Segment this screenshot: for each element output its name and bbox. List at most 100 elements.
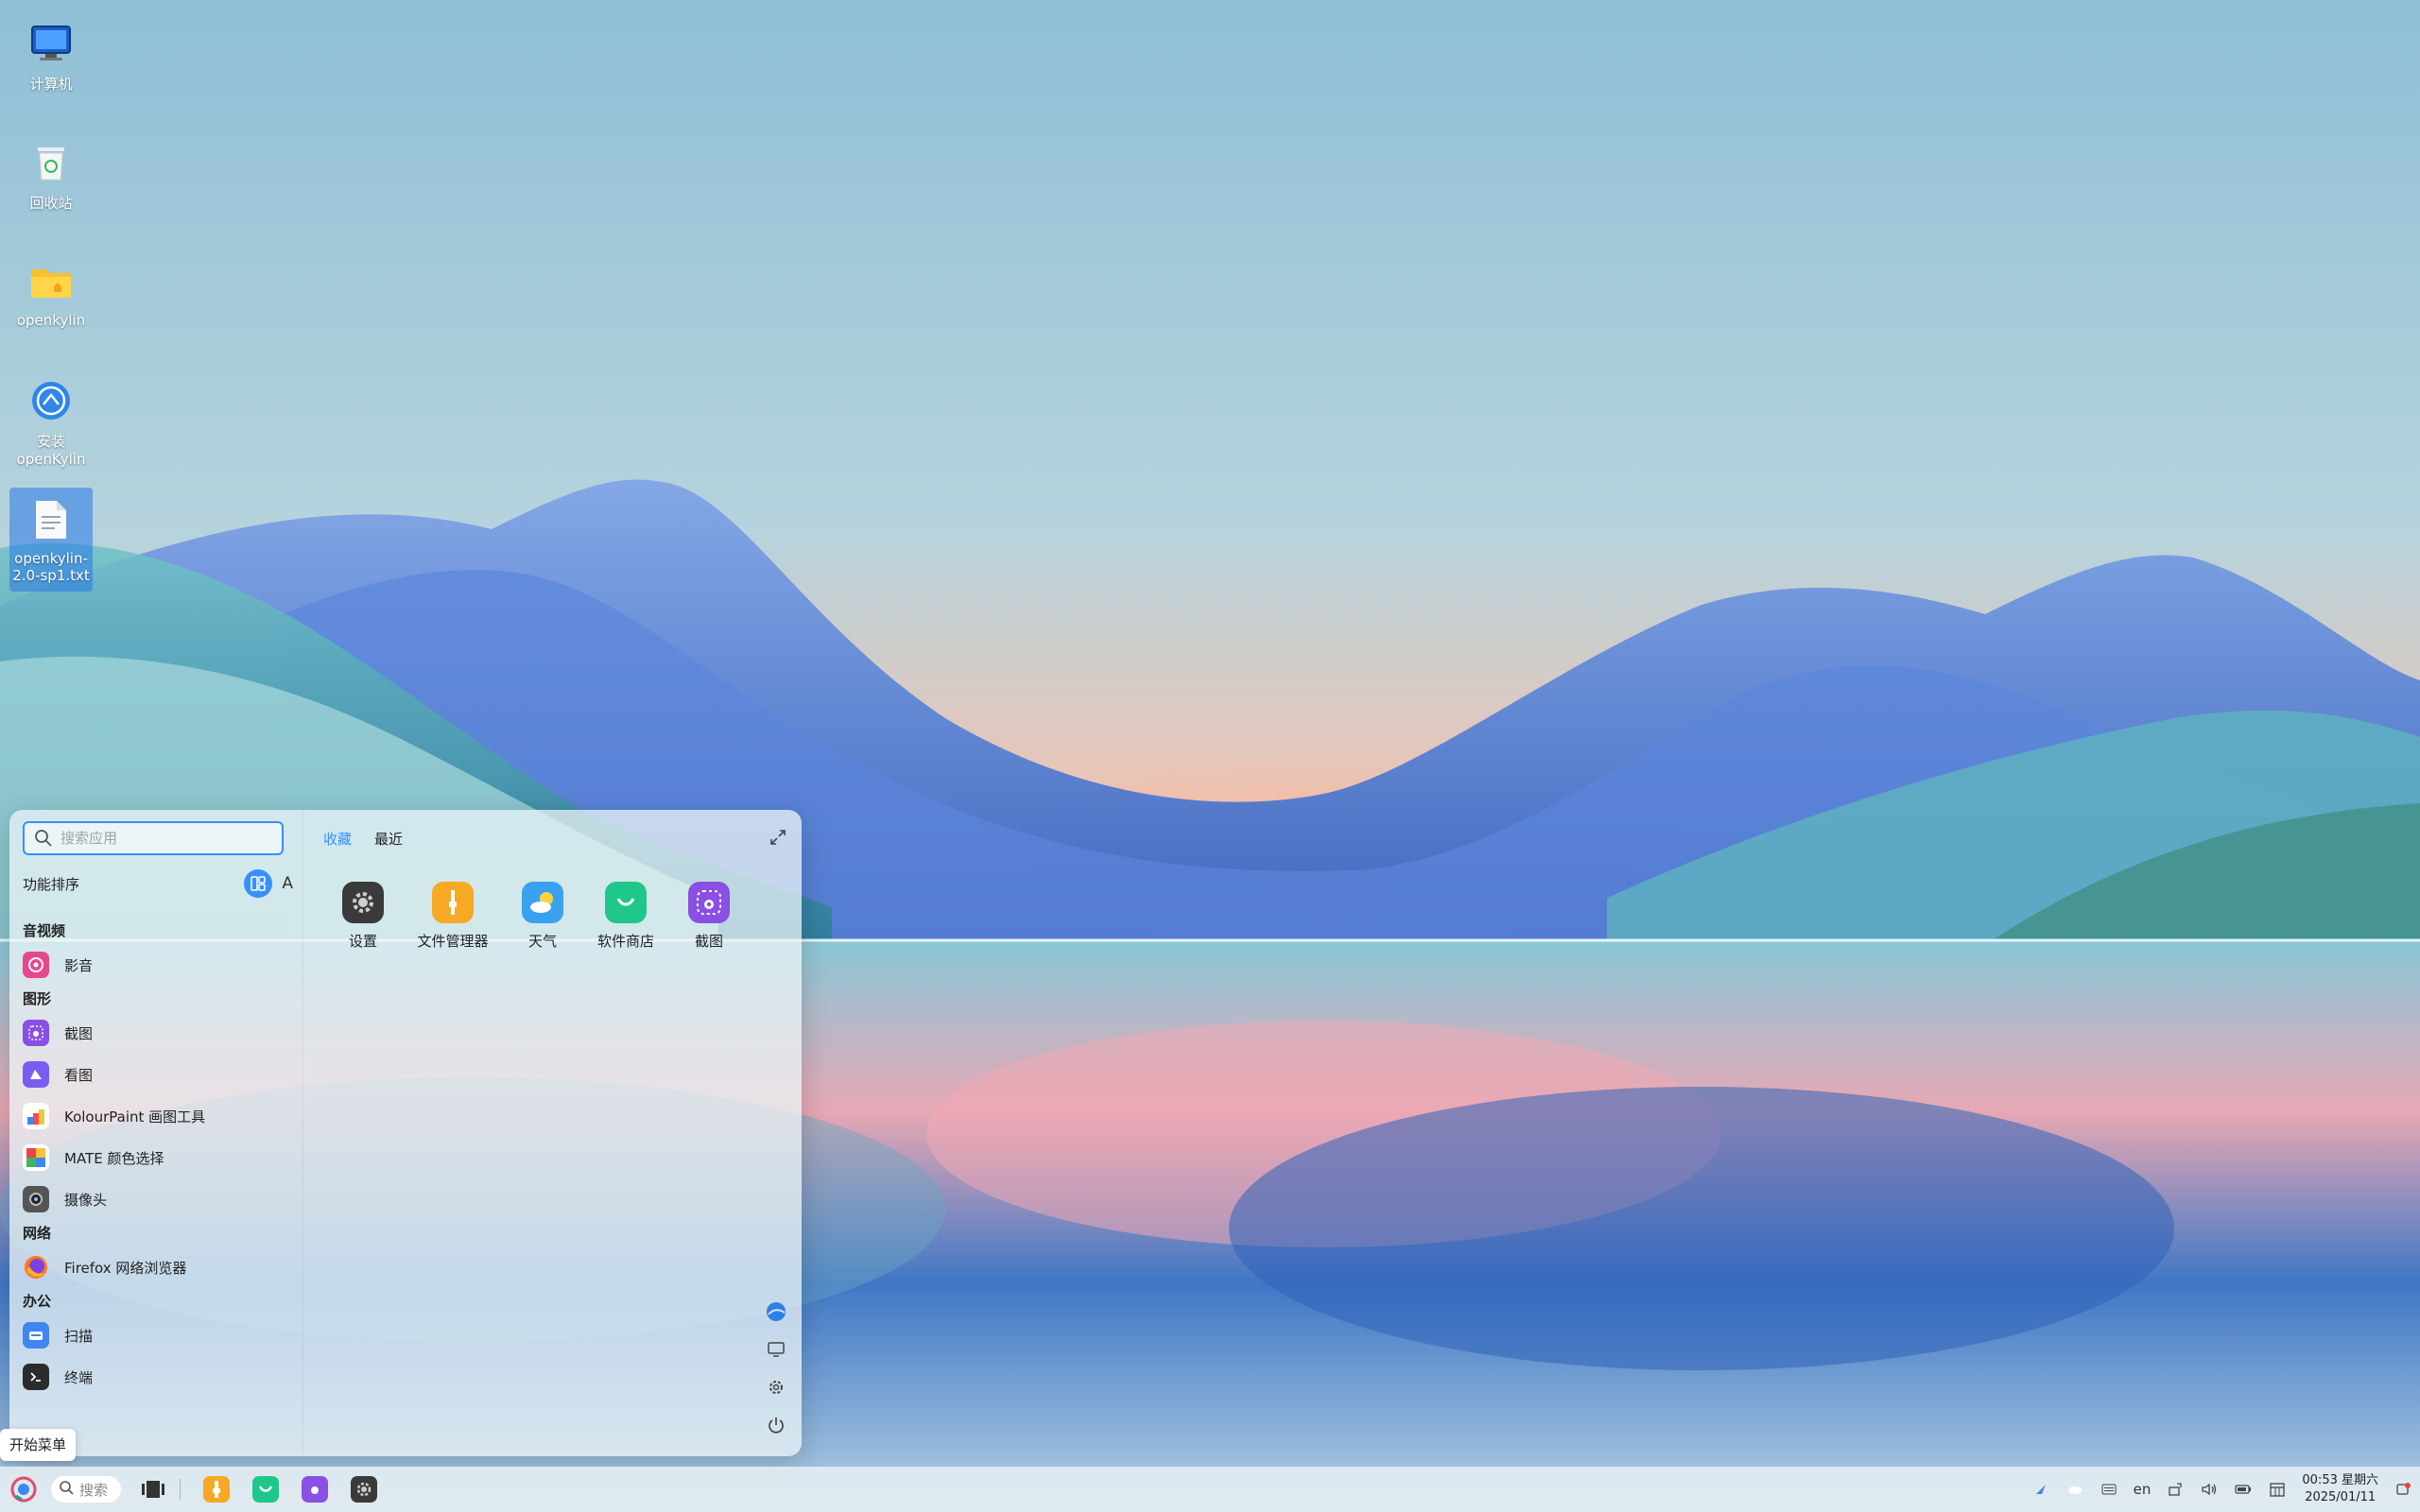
- terminal-icon: [23, 1364, 49, 1390]
- menu-side-tools: [766, 1301, 786, 1435]
- bluetooth-icon[interactable]: [2031, 1480, 2050, 1499]
- desktop-icon-trash[interactable]: 回收站: [6, 136, 96, 213]
- trash-icon: [25, 136, 78, 189]
- taskbar-screenshot-icon[interactable]: [302, 1476, 328, 1503]
- start-logo-icon: [10, 1476, 37, 1503]
- favorite-screenshot[interactable]: 截图: [679, 882, 739, 951]
- favorite-software-store[interactable]: 软件商店: [596, 882, 656, 951]
- app-item-image-viewer[interactable]: 看图: [23, 1054, 297, 1095]
- app-item-label: Firefox 网络浏览器: [64, 1259, 187, 1277]
- desktop-icon-install-openkylin[interactable]: 安装 openKylin: [6, 374, 96, 468]
- multitask-view-icon[interactable]: [140, 1476, 166, 1503]
- start-menu-favorites-panel: 收藏 最近 设置 文件管理器 天气 软件商店 截图: [302, 810, 802, 1456]
- category-sort-button[interactable]: [244, 869, 273, 898]
- file-manager-icon: [432, 882, 474, 923]
- battery-icon[interactable]: [2234, 1480, 2253, 1499]
- app-item-camera[interactable]: 摄像头: [23, 1178, 297, 1220]
- desktop-icon-label: 回收站: [29, 195, 73, 212]
- taskbar-separator: [180, 1479, 181, 1500]
- app-item-firefox[interactable]: Firefox 网络浏览器: [23, 1246, 297, 1288]
- start-menu: 功能排序 A 音视频 影音 图形 截图: [9, 810, 802, 1456]
- volume-icon[interactable]: [2200, 1480, 2219, 1499]
- network-icon[interactable]: [2166, 1480, 2185, 1499]
- sort-toggle: A: [244, 869, 293, 898]
- app-search-box[interactable]: [23, 821, 284, 855]
- power-icon[interactable]: [766, 1415, 786, 1435]
- calendar-icon[interactable]: [2268, 1480, 2287, 1499]
- keyboard-icon[interactable]: [2100, 1480, 2118, 1499]
- gear-icon[interactable]: [766, 1377, 786, 1398]
- input-language-indicator[interactable]: en: [2134, 1481, 2152, 1498]
- clock[interactable]: 00:53 星期六 2025/01/11: [2302, 1472, 2378, 1506]
- sort-row: 功能排序 A: [23, 869, 293, 898]
- color-picker-icon: [23, 1144, 49, 1171]
- desktop-icon-txt-file[interactable]: openkylin-2.0-sp1.txt: [9, 488, 93, 592]
- favorite-weather[interactable]: 天气: [512, 882, 573, 951]
- tab-favorites[interactable]: 收藏: [323, 829, 352, 849]
- taskbar-settings-icon[interactable]: [351, 1476, 377, 1503]
- app-item-label: 影音: [64, 956, 94, 974]
- search-icon: [34, 829, 53, 848]
- app-item-label: 终端: [64, 1368, 94, 1386]
- sort-label: 功能排序: [23, 875, 80, 893]
- folder-icon: [25, 255, 78, 308]
- desktop-icon-computer[interactable]: 计算机: [6, 17, 96, 94]
- desktop-icon-label: openkylin: [16, 312, 86, 329]
- menu-tabs: 收藏 最近: [323, 829, 403, 849]
- kolourpaint-icon: [23, 1103, 49, 1129]
- app-item-terminal[interactable]: 终端: [23, 1356, 297, 1398]
- category-header: 办公: [23, 1293, 52, 1310]
- app-item-label: 看图: [64, 1066, 94, 1084]
- favorite-label: 截图: [694, 933, 723, 950]
- app-item-video[interactable]: 影音: [23, 944, 297, 986]
- taskbar-search-label: 搜索: [79, 1481, 109, 1499]
- desktop-icon-label: openkylin-2.0-sp1.txt: [12, 550, 90, 584]
- taskbar: 搜索 en 00:53 星期六 2025/01/11: [0, 1467, 2420, 1512]
- favorite-label: 文件管理器: [417, 933, 489, 950]
- favorite-file-manager[interactable]: 文件管理器: [416, 882, 490, 951]
- settings-icon: [342, 882, 384, 923]
- display-icon[interactable]: [766, 1339, 786, 1360]
- clock-date: 2025/01/11: [2305, 1490, 2377, 1504]
- screenshot-icon: [23, 1020, 49, 1046]
- text-file-icon: [25, 493, 78, 546]
- app-list: 音视频 影音 图形 截图 看图 KolourPaint 画图工具 MATE 颜色…: [23, 918, 297, 1398]
- category-header: 网络: [23, 1225, 52, 1242]
- desktop-icon-home-folder[interactable]: openkylin: [6, 255, 96, 329]
- notification-icon[interactable]: [2394, 1480, 2412, 1499]
- taskbar-software-store-icon[interactable]: [252, 1476, 279, 1503]
- clock-time: 00:53 星期六: [2302, 1473, 2378, 1487]
- favorite-label: 设置: [348, 933, 377, 950]
- app-item-label: MATE 颜色选择: [64, 1149, 164, 1167]
- weather-icon: [522, 882, 563, 923]
- scanner-icon: [23, 1322, 49, 1349]
- video-player-icon: [23, 952, 49, 978]
- app-item-screenshot[interactable]: 截图: [23, 1012, 297, 1054]
- category-header: 图形: [23, 990, 52, 1007]
- app-item-label: 扫描: [64, 1327, 94, 1345]
- cloud-icon[interactable]: [2066, 1480, 2084, 1499]
- taskbar-search[interactable]: 搜索: [51, 1476, 121, 1503]
- start-menu-button[interactable]: [9, 1475, 38, 1503]
- app-item-label: 摄像头: [64, 1191, 108, 1209]
- tab-recent[interactable]: 最近: [374, 829, 403, 849]
- app-item-label: KolourPaint 画图工具: [64, 1108, 206, 1125]
- expand-menu-icon[interactable]: [768, 827, 788, 848]
- desktop-icon-label: 计算机: [29, 76, 73, 93]
- app-search-input[interactable]: [59, 829, 270, 848]
- app-item-mate-color-picker[interactable]: MATE 颜色选择: [23, 1137, 297, 1178]
- system-tray: en 00:53 星期六 2025/01/11: [2031, 1467, 2412, 1512]
- favorite-label: 天气: [527, 933, 557, 950]
- category-header: 音视频: [23, 922, 66, 939]
- user-avatar-icon[interactable]: [766, 1301, 786, 1322]
- software-store-icon: [605, 882, 647, 923]
- camera-icon: [23, 1186, 49, 1212]
- alpha-sort-button[interactable]: A: [282, 874, 293, 893]
- search-icon: [59, 1480, 74, 1499]
- app-item-scanner[interactable]: 扫描: [23, 1314, 297, 1356]
- favorite-settings[interactable]: 设置: [333, 882, 393, 951]
- start-menu-tooltip: 开始菜单: [0, 1429, 77, 1461]
- favorite-label: 软件商店: [596, 933, 654, 950]
- taskbar-file-manager-icon[interactable]: [203, 1476, 230, 1503]
- app-item-kolourpaint[interactable]: KolourPaint 画图工具: [23, 1095, 297, 1137]
